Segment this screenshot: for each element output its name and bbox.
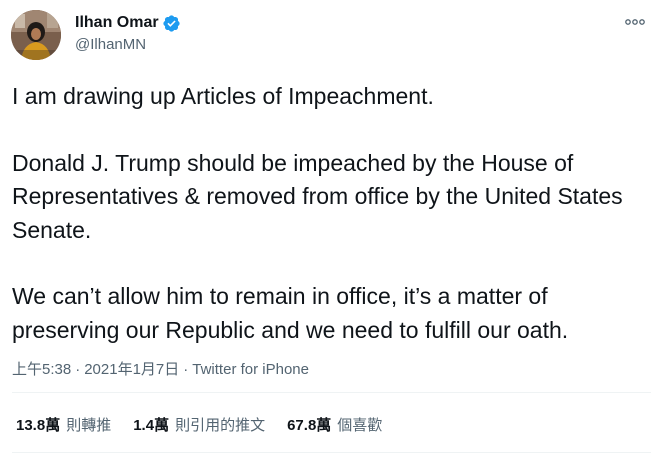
tweet-time[interactable]: 上午5:38 bbox=[12, 361, 71, 378]
divider bbox=[12, 392, 651, 393]
retweets-count: 13.8萬 bbox=[16, 417, 61, 434]
meta-separator: · bbox=[75, 361, 81, 378]
tweet-metadata: 上午5:38 · 2021年1月7日 · Twitter for iPhone bbox=[12, 358, 309, 379]
avatar[interactable] bbox=[11, 10, 61, 60]
likes-label: 個喜歡 bbox=[337, 417, 383, 434]
tweet-paragraph: I am drawing up Articles of Impeachment. bbox=[12, 83, 434, 109]
tweet-paragraph: Donald J. Trump should be impeached by t… bbox=[12, 149, 623, 243]
quotes-count: 1.4萬 bbox=[133, 417, 170, 434]
likes-count: 67.8萬 bbox=[287, 417, 332, 434]
tweet-date[interactable]: 2021年1月7日 bbox=[84, 361, 179, 378]
tweet: Ilhan Omar @IlhanMN I am drawing up Arti… bbox=[0, 0, 663, 463]
divider bbox=[12, 452, 651, 453]
engagement-stats: 13.8萬 則轉推 1.4萬 則引用的推文 67.8萬 個喜歡 bbox=[16, 414, 404, 435]
author-info: Ilhan Omar @IlhanMN bbox=[75, 12, 181, 53]
user-handle[interactable]: @IlhanMN bbox=[75, 36, 181, 53]
retweets-label: 則轉推 bbox=[66, 417, 112, 434]
tweet-header: Ilhan Omar @IlhanMN bbox=[11, 10, 651, 60]
display-name[interactable]: Ilhan Omar bbox=[75, 14, 159, 32]
tweet-text: I am drawing up Articles of Impeachment.… bbox=[12, 80, 652, 347]
avatar-image bbox=[11, 10, 61, 60]
verified-badge-icon bbox=[162, 14, 181, 33]
more-dots-icon[interactable] bbox=[623, 12, 647, 32]
likes-stat[interactable]: 67.8萬 個喜歡 bbox=[287, 414, 382, 435]
retweets-stat[interactable]: 13.8萬 則轉推 bbox=[16, 414, 111, 435]
quotes-label: 則引用的推文 bbox=[175, 417, 266, 434]
tweet-paragraph: We can’t allow him to remain in office, … bbox=[12, 283, 569, 343]
quotes-stat[interactable]: 1.4萬 則引用的推文 bbox=[133, 414, 265, 435]
tweet-source-link[interactable]: Twitter for iPhone bbox=[192, 361, 309, 378]
meta-separator: · bbox=[183, 361, 189, 378]
display-name-row: Ilhan Omar bbox=[75, 12, 181, 34]
